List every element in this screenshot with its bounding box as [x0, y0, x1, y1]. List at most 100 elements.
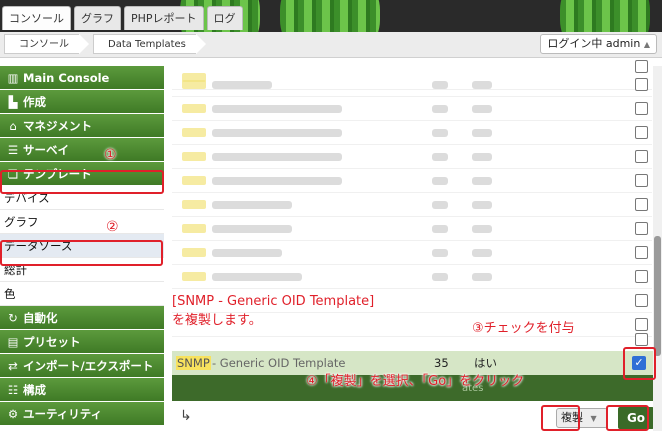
blurred-tag: [182, 272, 206, 281]
tab-php-reports[interactable]: PHPレポート: [124, 6, 204, 30]
sidebar-item-create[interactable]: ▙ 作成: [0, 90, 164, 114]
table-row: [172, 217, 652, 241]
login-label: ログイン中 admin: [547, 37, 641, 50]
blurred-value: [472, 129, 492, 137]
annotation-note-line2: を複製します。: [172, 313, 262, 328]
action-bar: ↳ 複製 ▼ Go: [172, 402, 656, 431]
map-icon: ▥: [7, 71, 19, 85]
sidebar-subitem-colors[interactable]: 色: [0, 282, 164, 306]
annotation-note-line1: [SNMP - Generic OID Template]: [172, 294, 375, 309]
sidebar-item-label: インポート/エクスポート: [23, 359, 154, 373]
database-icon: ☰: [7, 143, 19, 157]
corner-arrow-icon: ↳: [180, 408, 192, 424]
blurred-value: [472, 81, 492, 89]
tab-console[interactable]: コンソール: [2, 6, 71, 30]
row-checkbox[interactable]: [635, 246, 648, 259]
blurred-count: [432, 81, 448, 89]
row-checkbox[interactable]: [635, 294, 648, 307]
template-name[interactable]: - Generic OID Template: [212, 355, 346, 371]
blurred-tag: [182, 224, 206, 233]
blurred-tag: [182, 80, 206, 89]
annotation-step3: ③チェックを付与: [472, 321, 575, 336]
blurred-name: [212, 249, 282, 257]
template-count: 35: [434, 356, 449, 370]
table-row-selected[interactable]: SNMP - Generic OID Template 35 はい ✓: [172, 351, 656, 375]
top-banner: コンソール グラフ PHPレポート ログ: [0, 0, 662, 32]
blurred-value: [472, 153, 492, 161]
tab-logs[interactable]: ログ: [206, 6, 243, 30]
table-row: [172, 328, 652, 352]
row-checkbox[interactable]: [635, 150, 648, 163]
annotation-box-checkbox: [623, 347, 656, 380]
table-row: [172, 265, 652, 289]
scrollbar-thumb[interactable]: [654, 236, 661, 356]
sidebar-item-label: 自動化: [23, 311, 58, 325]
blurred-count: [432, 225, 448, 233]
sidebar-item-label: 作成: [23, 95, 46, 109]
row-checkbox[interactable]: [635, 102, 648, 115]
blurred-value: [472, 105, 492, 113]
blurred-value: [472, 177, 492, 185]
breadcrumb-console[interactable]: コンソール: [4, 34, 89, 54]
blurred-count: [432, 129, 448, 137]
login-user-menu[interactable]: ログイン中 admin ▲: [540, 34, 657, 54]
chevron-down-icon: ▼: [590, 414, 597, 423]
table-row: [172, 241, 652, 265]
table-row: [172, 145, 652, 169]
sidebar-item-label: ユーティリティ: [23, 407, 103, 421]
breadcrumb-data-templates[interactable]: Data Templates: [93, 34, 206, 54]
blurred-count: [432, 153, 448, 161]
row-checkbox[interactable]: [635, 60, 648, 73]
row-checkbox[interactable]: [635, 78, 648, 91]
sidebar-item-label: プリセット: [23, 335, 81, 349]
blurred-tag: [182, 152, 206, 161]
banner-cactus-art: [560, 0, 650, 32]
sidebar-subitem-graphs[interactable]: グラフ: [0, 210, 164, 234]
row-checkbox[interactable]: [635, 174, 648, 187]
table-row: [172, 193, 652, 217]
blurred-count: [432, 273, 448, 281]
table-row: [172, 97, 652, 121]
table-row: [172, 73, 652, 97]
tab-graphs[interactable]: グラフ: [74, 6, 121, 30]
annotation-box-templates: [0, 170, 164, 194]
blurred-tag: [182, 200, 206, 209]
sidebar-item-automation[interactable]: ↻ 自動化: [0, 306, 164, 330]
chevron-up-icon: ▲: [643, 40, 650, 49]
annotation-box-action-select: [541, 405, 580, 431]
sidebar-item-management[interactable]: ⌂ マネジメント: [0, 114, 164, 138]
sidebar-item-presets[interactable]: ▤ プリセット: [0, 330, 164, 354]
blurred-name: [212, 201, 292, 209]
blurred-value: [472, 249, 492, 257]
sidebar-item-survey[interactable]: ☰ サーベイ: [0, 138, 164, 162]
blurred-name: [212, 129, 342, 137]
refresh-icon: ↻: [8, 311, 18, 325]
breadcrumb: コンソール Data Templates: [4, 34, 210, 54]
sidebar-item-main-console[interactable]: ▥ Main Console: [0, 66, 164, 90]
blurred-name: [212, 153, 342, 161]
blurred-tag: [182, 248, 206, 257]
blurred-name: [212, 105, 342, 113]
blurred-value: [472, 201, 492, 209]
blurred-tag: [182, 104, 206, 113]
row-checkbox[interactable]: [635, 333, 648, 346]
blurred-value: [472, 225, 492, 233]
blurred-value: [472, 273, 492, 281]
row-checkbox[interactable]: [635, 198, 648, 211]
table-row: [172, 121, 652, 145]
blurred-name: [212, 273, 302, 281]
blurred-tag: [182, 176, 206, 185]
sidebar-item-import-export[interactable]: ⇄ インポート/エクスポート: [0, 354, 164, 378]
row-checkbox[interactable]: [635, 270, 648, 283]
blurred-count: [432, 249, 448, 257]
sidebar-item-label: Main Console: [23, 71, 110, 85]
sidebar-item-configuration[interactable]: ☷ 構成: [0, 378, 164, 402]
row-checkbox[interactable]: [635, 126, 648, 139]
chart-icon: ▙: [8, 95, 18, 109]
banner-cactus-art: [280, 0, 380, 32]
annotation-step2: ②: [106, 219, 119, 235]
table-row: [172, 169, 652, 193]
sidebar-item-label: マネジメント: [23, 119, 92, 133]
row-checkbox[interactable]: [635, 222, 648, 235]
sidebar-item-utilities[interactable]: ⚙ ユーティリティ: [0, 402, 164, 426]
